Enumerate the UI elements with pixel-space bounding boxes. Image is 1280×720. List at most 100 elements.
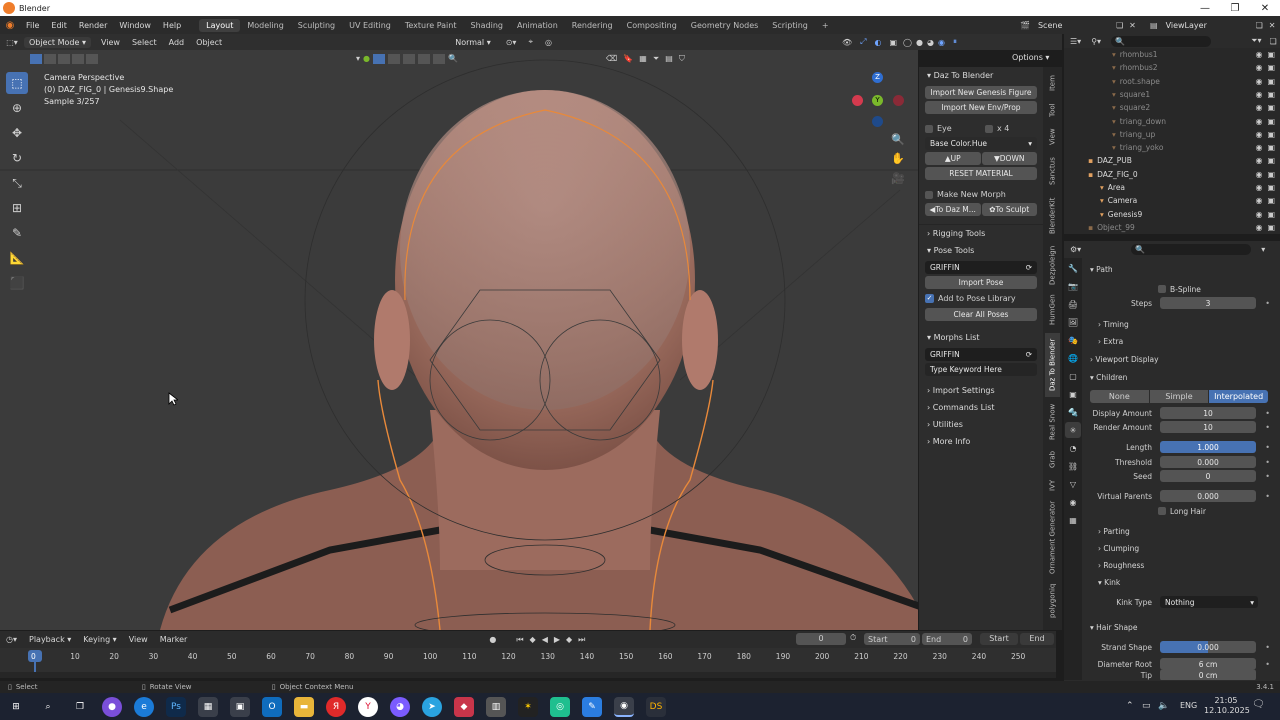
eye-icon[interactable]: ◉ <box>1255 77 1262 86</box>
notifications-icon[interactable]: 🗨 <box>1252 699 1265 710</box>
tip-field[interactable]: 0 cm <box>1160 670 1256 680</box>
keyframe-dot-icon[interactable]: • <box>1265 660 1270 669</box>
camera-icon[interactable]: ▣ <box>1267 156 1275 165</box>
children-interpolated-button[interactable]: Interpolated <box>1209 390 1269 403</box>
visibility-icon[interactable]: 👁 <box>842 38 852 47</box>
outliner-item[interactable]: ▾ rhombus2 ◉ ▣ <box>1064 61 1280 74</box>
blender-menu-icon[interactable]: ◉ <box>0 20 20 31</box>
properties-editor-icon[interactable]: ⚙▾ <box>1070 245 1081 254</box>
menu-select[interactable]: Select <box>126 38 163 47</box>
zoom-icon[interactable]: 🔍 <box>891 133 905 146</box>
material-properties-icon[interactable]: ◉ <box>1065 494 1081 510</box>
tab-compositing[interactable]: Compositing <box>620 19 684 32</box>
to-sculpt-button[interactable]: ✿ To Sculpt <box>981 203 1037 216</box>
next-keyframe-icon[interactable]: ◆ <box>566 635 572 644</box>
view-layer-name[interactable]: ViewLayer <box>1166 21 1256 30</box>
add-workspace-icon[interactable]: + <box>815 19 836 32</box>
delete-scene-icon[interactable]: ✕ <box>1129 21 1136 30</box>
import-settings-section[interactable]: › Import Settings <box>919 382 1043 399</box>
app-icon-3[interactable]: Y <box>358 696 378 717</box>
sidebar-tab-humgen[interactable]: HumGen <box>1045 291 1060 329</box>
chevron-down-icon[interactable]: ▾ <box>356 54 360 63</box>
outliner-item[interactable]: ▪ Object_99 ◉ ▣ <box>1064 221 1280 234</box>
task-view-icon[interactable]: ❐ <box>70 697 90 717</box>
tab-sculpting[interactable]: Sculpting <box>291 19 342 32</box>
sidebar-tab-ornament-generator[interactable]: Ornament Generator <box>1045 499 1060 575</box>
app-icon-1[interactable]: ● <box>102 696 122 717</box>
timeline-view-menu[interactable]: View <box>123 635 154 644</box>
import-pose-button[interactable]: Import Pose <box>925 276 1037 289</box>
jump-end-icon[interactable]: ⏭ <box>578 635 585 645</box>
hair-shape-section[interactable]: ▾ Hair Shape <box>1090 620 1137 634</box>
pause-render-icon[interactable]: ⏸ <box>953 37 957 47</box>
gizmo-y-axis[interactable]: Y <box>872 95 883 106</box>
start-frame-field[interactable]: Start 0 <box>864 633 920 645</box>
commands-list-section[interactable]: › Commands List <box>919 399 1043 416</box>
daz-studio-icon[interactable]: DS <box>646 696 666 717</box>
gizmo-toggle-icon[interactable]: ⤢ <box>860 37 866 47</box>
outliner-item[interactable]: ▾ triang_yoko ◉ ▣ <box>1064 141 1280 154</box>
editor-type-icon[interactable]: ⬚▾ <box>0 38 24 47</box>
rotate-tool-icon[interactable]: ↻ <box>6 147 28 169</box>
eye-icon[interactable]: ◉ <box>1255 196 1262 205</box>
constraint-properties-icon[interactable]: ⛓ <box>1065 458 1081 474</box>
pivot-icon[interactable]: ⊙▾ <box>506 38 517 47</box>
outliner-item[interactable]: ▾ triang_up ◉ ▣ <box>1064 128 1280 141</box>
view-layer-properties-icon[interactable]: 🖼 <box>1065 314 1081 330</box>
tray-chevron-icon[interactable]: ⌃ <box>1126 701 1134 711</box>
select-intersect-icon[interactable] <box>86 53 98 64</box>
proportional-edit-icon[interactable]: ◎ <box>545 38 552 47</box>
keyword-input[interactable]: Type Keyword Here <box>925 363 1037 376</box>
search-icon[interactable]: ⌕ <box>38 697 58 717</box>
close-icon[interactable]: ✕ <box>1250 0 1280 16</box>
playback-menu[interactable]: Playback ▾ <box>23 635 77 644</box>
options-dropdown[interactable]: Options ▾ <box>1012 53 1049 62</box>
view-layer-selector[interactable]: ▤ ViewLayer ❏ ✕ <box>1150 18 1275 32</box>
sidebar-tab-ivy[interactable]: IVY <box>1045 475 1060 495</box>
object-properties-icon[interactable]: ▣ <box>1065 386 1081 402</box>
roughness-section[interactable]: › Roughness <box>1098 558 1144 572</box>
refresh-icon[interactable]: ⟳ <box>1026 263 1032 272</box>
sidebar-tab-blenderkit[interactable]: BlenderKit <box>1045 193 1060 239</box>
eye-icon[interactable]: ◉ <box>1255 103 1262 112</box>
scene-name[interactable]: Scene <box>1038 21 1116 30</box>
keyframe-dot-icon[interactable]: • <box>1265 472 1270 481</box>
texture-properties-icon[interactable]: ▦ <box>1065 512 1081 528</box>
import-genesis-figure-button[interactable]: Import New Genesis Figure <box>925 86 1037 99</box>
parting-section[interactable]: › Parting <box>1098 524 1130 538</box>
particle-properties-icon[interactable]: ✳ <box>1065 422 1081 438</box>
outliner-item[interactable]: ▾ square2 ◉ ▣ <box>1064 101 1280 114</box>
gizmo-x-neg-axis[interactable] <box>852 95 863 106</box>
outliner-item[interactable]: ▾ Genesis9 ◉ ▣ <box>1064 208 1280 221</box>
tool-properties-icon[interactable]: 🔧 <box>1065 260 1081 276</box>
filter-3-icon[interactable] <box>403 53 415 64</box>
camera-icon[interactable]: ▣ <box>1267 50 1275 59</box>
camera-icon[interactable]: ▣ <box>1267 143 1275 152</box>
rigging-tools-section[interactable]: › Rigging Tools <box>919 224 1043 242</box>
eraser-icon[interactable]: ⌫ <box>606 54 617 63</box>
sidebar-tab-dezpoleign[interactable]: Dezpoleign <box>1045 243 1060 287</box>
select-box-tool-icon[interactable]: ⬚ <box>6 72 28 94</box>
tab-texture-paint[interactable]: Texture Paint <box>398 19 464 32</box>
tab-scripting[interactable]: Scripting <box>765 19 815 32</box>
mode-dropdown[interactable]: Object Mode ▾ <box>24 36 91 48</box>
outliner-item[interactable]: ▾ root.shape ◉ ▣ <box>1064 75 1280 88</box>
eye-icon[interactable]: ◉ <box>1255 143 1262 152</box>
restore-icon[interactable]: ❐ <box>1220 0 1250 16</box>
eye-icon[interactable]: ◉ <box>1255 63 1262 72</box>
select-subtract-icon[interactable] <box>58 53 70 64</box>
telegram-icon[interactable]: ➤ <box>422 696 442 717</box>
eye-icon[interactable]: ◉ <box>1255 90 1262 99</box>
panel-header[interactable]: ▾ Daz To Blender <box>919 67 1043 84</box>
minimize-icon[interactable]: — <box>1190 0 1220 16</box>
tab-shading[interactable]: Shading <box>463 19 510 32</box>
cursor-tool-icon[interactable]: ⊕ <box>6 97 28 119</box>
scene-selector[interactable]: 🎬 Scene ❏ ✕ <box>1020 18 1136 32</box>
children-section[interactable]: ▾ Children <box>1090 370 1127 384</box>
windows-start-icon[interactable]: ⊞ <box>6 697 26 717</box>
layout-icon[interactable]: ▤ <box>665 54 673 63</box>
eye-icon[interactable]: ◉ <box>1255 170 1262 179</box>
camera-icon[interactable]: ▣ <box>1267 90 1275 99</box>
refresh-icon[interactable]: ⟳ <box>1026 350 1032 359</box>
morphs-list-section[interactable]: ▾ Morphs List <box>919 329 1043 346</box>
